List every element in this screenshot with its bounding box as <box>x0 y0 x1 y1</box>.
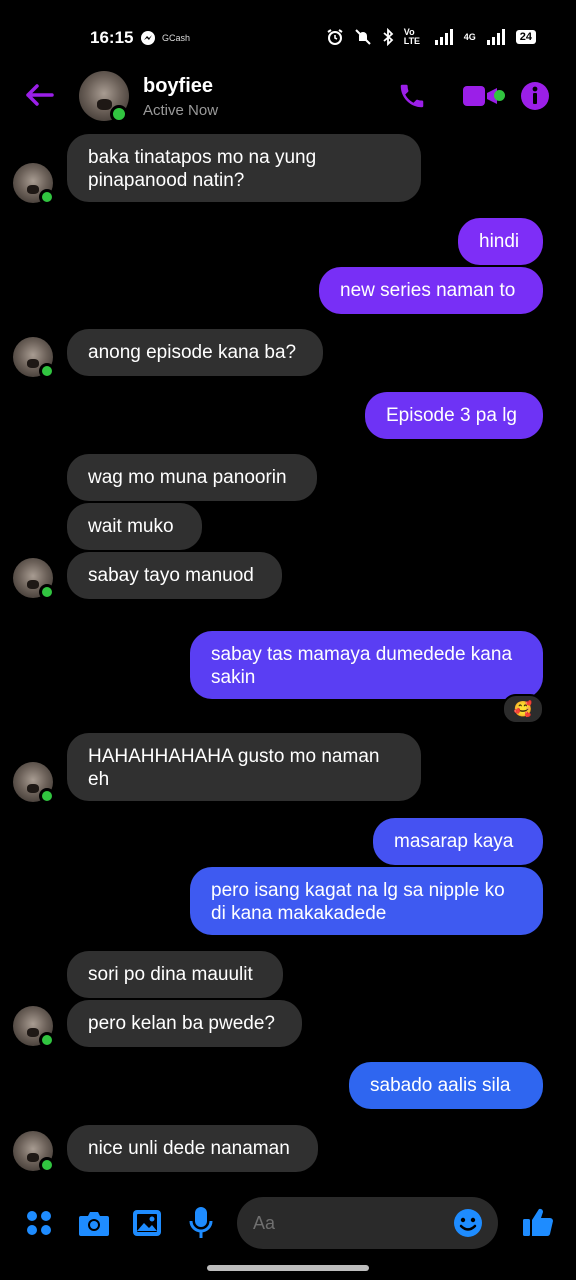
emoji-button[interactable] <box>452 1207 484 1239</box>
outgoing-message[interactable]: Episode 3 pa lg <box>365 392 543 439</box>
incoming-message[interactable]: wag mo muna panoorin <box>67 454 317 501</box>
message-line: HAHAHHAHAHA gusto mo naman <box>88 746 380 767</box>
gallery-button[interactable] <box>130 1206 164 1240</box>
incoming-message[interactable]: pero kelan ba pwede? <box>67 1000 302 1047</box>
phone-icon <box>400 84 424 108</box>
contact-online-indicator <box>110 105 128 123</box>
contact-name[interactable]: boyfiee <box>143 75 213 98</box>
smiley-icon <box>454 1209 482 1237</box>
video-online-dot <box>494 90 505 101</box>
incoming-message[interactable]: baka tinatapos mo na yung pinapanood nat… <box>67 134 421 202</box>
signal-icon-1 <box>434 29 453 45</box>
message-reaction[interactable]: 🥰 <box>502 694 544 724</box>
incoming-message[interactable]: sabay tayo manuod <box>67 552 282 599</box>
battery-indicator: 24 <box>515 30 536 44</box>
sender-online-indicator <box>39 1032 55 1048</box>
incoming-message[interactable]: nice unli dede nanaman <box>67 1125 318 1172</box>
message-line: sabay tas mamaya dumedede kana <box>211 644 513 665</box>
messenger-notification-icon <box>141 31 155 45</box>
outgoing-message[interactable]: sabado aalis sila <box>349 1062 543 1109</box>
silent-mode-icon <box>355 29 371 45</box>
status-notification-icons: GCash <box>140 30 190 46</box>
like-button[interactable] <box>520 1204 556 1240</box>
message-line: sakin <box>211 667 256 688</box>
status-system-icons: Vo LTE 4G 24 <box>326 28 536 46</box>
more-actions-button[interactable] <box>22 1206 56 1240</box>
message-line: pero isang kagat na lg sa nipple ko <box>211 880 505 901</box>
message-line: di kana makakadede <box>211 903 387 924</box>
alarm-icon <box>327 29 343 45</box>
active-status: Active Now <box>143 102 219 119</box>
info-icon <box>521 82 549 110</box>
sender-online-indicator <box>39 788 55 804</box>
voice-message-button[interactable] <box>184 1204 218 1242</box>
image-icon <box>133 1210 161 1236</box>
outgoing-message[interactable]: masarap kaya <box>373 818 543 865</box>
microphone-icon <box>189 1207 213 1238</box>
outgoing-message[interactable]: pero isang kagat na lg sa nipple ko di k… <box>190 867 543 935</box>
message-line: eh <box>88 769 110 790</box>
incoming-message[interactable]: anong episode kana ba? <box>67 329 323 376</box>
message-line: pinapanood natin? <box>88 170 245 191</box>
back-button[interactable] <box>22 80 56 110</box>
camera-button[interactable] <box>76 1206 112 1240</box>
sender-online-indicator <box>39 363 55 379</box>
volte-label: Vo LTE <box>403 27 421 46</box>
sender-online-indicator <box>39 189 55 205</box>
signal-icon-2 <box>486 29 505 45</box>
sender-online-indicator <box>39 1157 55 1173</box>
network-type-label: 4G <box>463 32 476 42</box>
status-time: 16:15 <box>90 28 134 47</box>
incoming-message[interactable]: wait muko <box>67 503 202 550</box>
sender-online-indicator <box>39 584 55 600</box>
outgoing-message[interactable]: hindi <box>458 218 543 265</box>
outgoing-message[interactable]: new series naman to <box>319 267 543 314</box>
info-button[interactable] <box>519 80 551 112</box>
outgoing-message[interactable]: sabay tas mamaya dumedede kana sakin <box>190 631 543 699</box>
incoming-message[interactable]: sori po dina mauulit <box>67 951 283 998</box>
video-call-button[interactable] <box>456 80 506 112</box>
back-arrow-icon <box>26 84 54 106</box>
home-indicator[interactable] <box>207 1265 369 1271</box>
bluetooth-icon <box>383 28 394 46</box>
camera-icon <box>79 1212 109 1236</box>
thumbs-up-icon <box>523 1208 553 1237</box>
voice-call-button[interactable] <box>394 78 430 114</box>
incoming-message[interactable]: HAHAHHAHAHA gusto mo naman eh <box>67 733 421 801</box>
gcash-notification-label: GCash <box>162 33 191 43</box>
message-line: baka tinatapos mo na yung <box>88 147 317 168</box>
four-dots-icon <box>27 1211 51 1235</box>
